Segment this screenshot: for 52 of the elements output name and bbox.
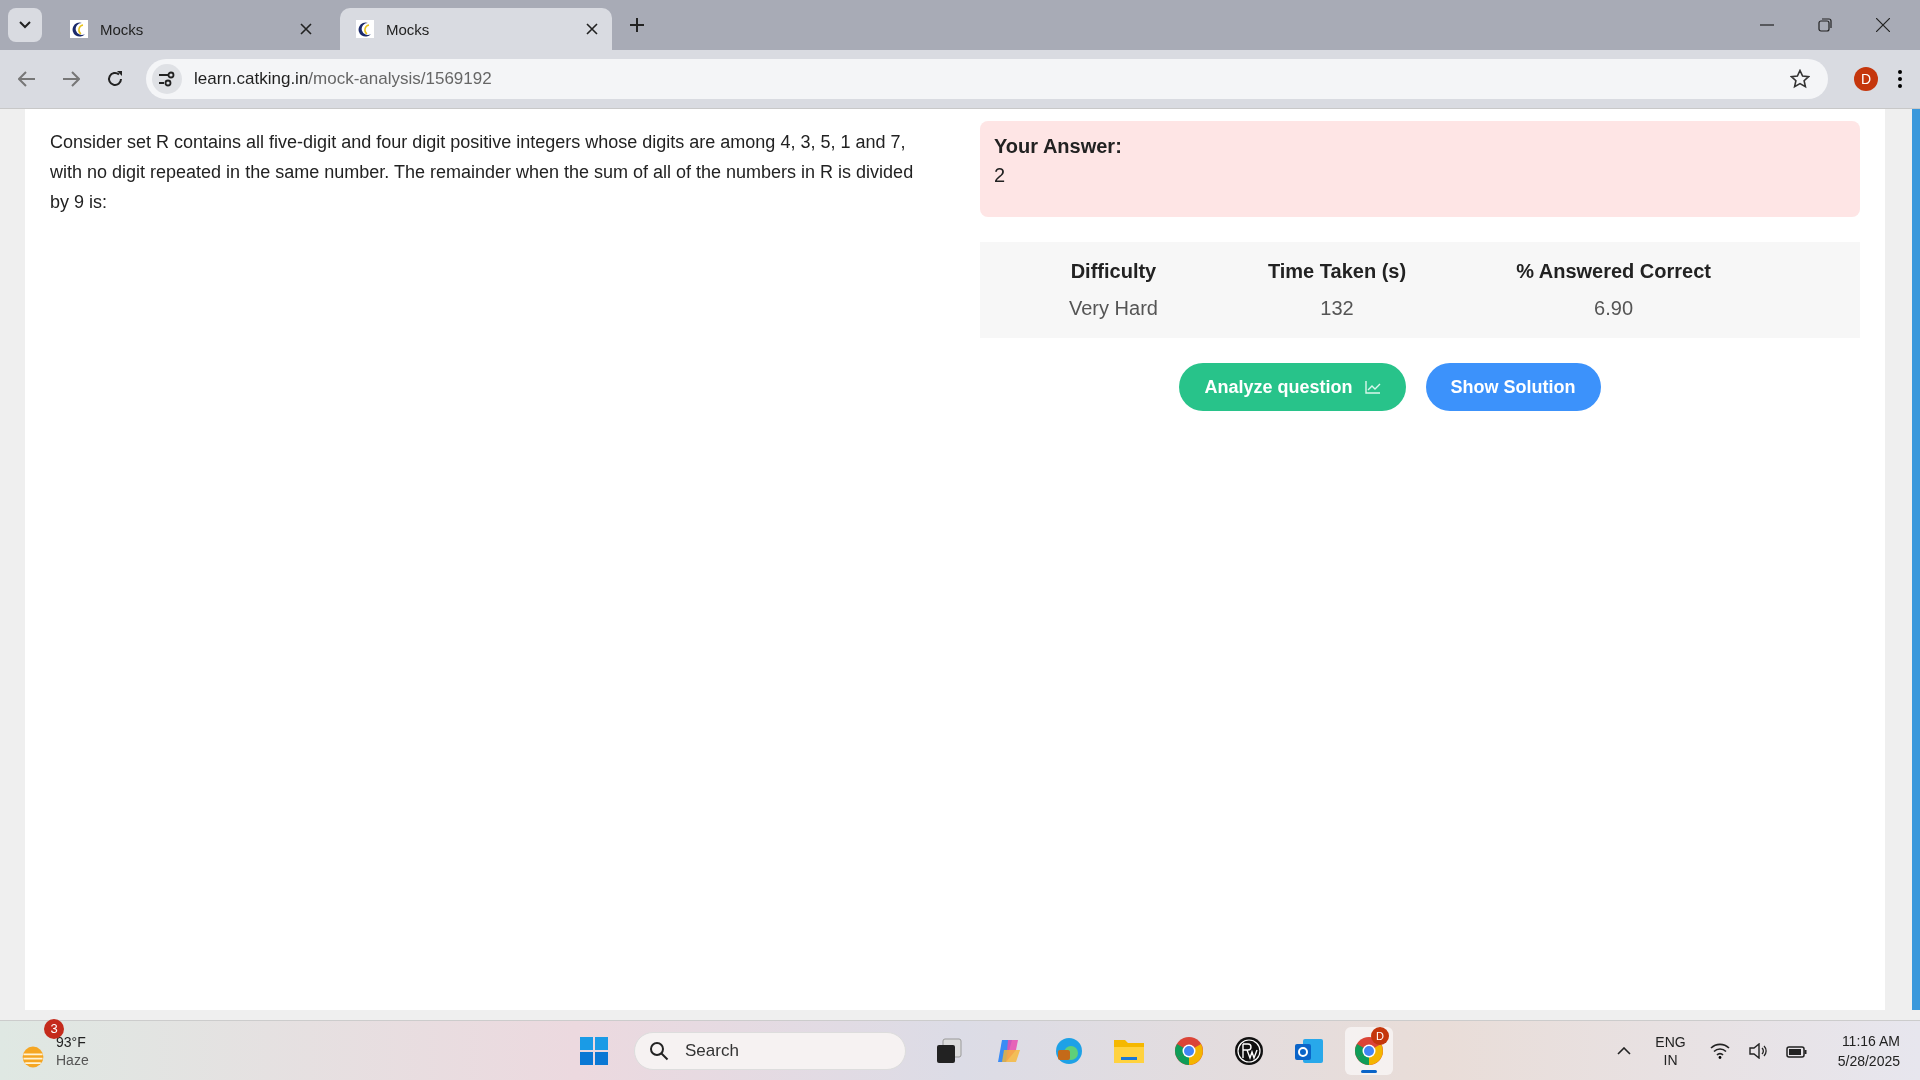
address-bar[interactable]: learn.catking.in/mock-analysis/1569192 bbox=[146, 59, 1828, 99]
close-icon[interactable] bbox=[300, 23, 312, 35]
answer-value: 2 bbox=[994, 164, 1007, 187]
tab-title: Mocks bbox=[386, 20, 431, 38]
edge-browser-icon bbox=[1054, 1035, 1084, 1066]
weather-condition: Haze bbox=[56, 1050, 89, 1069]
stat-heading: Time Taken (s) bbox=[1267, 260, 1407, 283]
chrome-browser-icon bbox=[1174, 1035, 1204, 1066]
question-text: Consider set R contains all five-digit and four digit positive integers whose digits are among 4, 3, 5, 1 and 7, with no digit repeated in the same number. The remainder when the sum of all of the numbers in R is divided by 9 is: bbox=[50, 131, 915, 214]
menu-icon[interactable] bbox=[1898, 70, 1902, 88]
chevron-up-icon[interactable] bbox=[1617, 1046, 1632, 1055]
stat-value: 132 bbox=[1320, 297, 1354, 320]
browser-tab[interactable]: Mocks bbox=[340, 8, 612, 50]
search-input[interactable]: Search bbox=[683, 1039, 887, 1062]
profile-badge: D bbox=[1371, 1026, 1389, 1045]
speaker-icon[interactable] bbox=[1747, 1042, 1768, 1059]
chevron-down-icon bbox=[19, 21, 31, 29]
close-icon[interactable] bbox=[1876, 18, 1890, 32]
stat-heading: Difficulty bbox=[1070, 260, 1157, 283]
new-tab-icon[interactable] bbox=[630, 18, 644, 32]
profile-avatar[interactable]: D bbox=[1854, 67, 1878, 91]
search-icon bbox=[649, 1040, 669, 1061]
scrollbar-thumb[interactable] bbox=[1912, 109, 1920, 1010]
language-text[interactable]: IN bbox=[1663, 1050, 1678, 1069]
crescent-logo-icon bbox=[356, 20, 374, 38]
clock-time[interactable]: 11:16 AM bbox=[1841, 1030, 1900, 1051]
tab-title: Mocks bbox=[100, 20, 145, 38]
url-text: learn.catking.in/mock-analysis/1569192 bbox=[194, 69, 492, 89]
tab-list-button[interactable] bbox=[8, 8, 42, 42]
stat-value: Very Hard bbox=[1069, 297, 1158, 320]
clock-date[interactable]: 5/28/2025 bbox=[1837, 1050, 1900, 1071]
site-info-icon[interactable] bbox=[152, 64, 182, 94]
back-arrow-icon[interactable] bbox=[18, 70, 36, 88]
taskbar-app[interactable]: D bbox=[1345, 1026, 1393, 1075]
star-icon[interactable] bbox=[1790, 69, 1810, 89]
line-chart-icon bbox=[1364, 380, 1381, 394]
crescent-logo-icon bbox=[70, 20, 88, 38]
reload-icon[interactable] bbox=[106, 70, 124, 88]
taskbar-search-field[interactable]: Search bbox=[634, 1031, 906, 1070]
outlook-mail-icon bbox=[1293, 1036, 1325, 1065]
wifi-icon[interactable] bbox=[1709, 1042, 1730, 1059]
browser-tab[interactable]: Mocks bbox=[54, 8, 326, 50]
monogram-logo-icon bbox=[1234, 1035, 1264, 1066]
answer-label: Your Answer: bbox=[994, 135, 1123, 158]
restore-icon[interactable] bbox=[1818, 18, 1832, 32]
stat-heading: % Answered Correct bbox=[1516, 260, 1711, 283]
language-text[interactable]: ENG bbox=[1655, 1032, 1686, 1051]
close-icon[interactable] bbox=[586, 23, 598, 35]
task-view-icon bbox=[935, 1036, 963, 1065]
windows-start-icon[interactable] bbox=[580, 1036, 608, 1065]
stat-value: 6.90 bbox=[1594, 297, 1634, 320]
forward-arrow-icon[interactable] bbox=[62, 70, 80, 88]
